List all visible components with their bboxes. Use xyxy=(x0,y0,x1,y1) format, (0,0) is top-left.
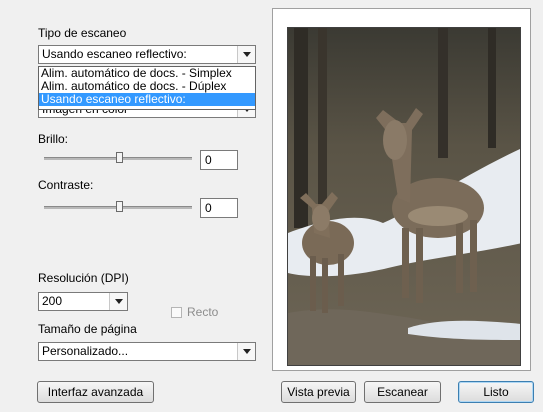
contrast-value-field[interactable]: 0 xyxy=(200,198,238,218)
preview-button[interactable]: Vista previa xyxy=(281,381,356,403)
scan-button[interactable]: Escanear xyxy=(364,381,441,403)
brightness-label: Brillo: xyxy=(38,132,69,146)
page-size-label: Tamaño de página xyxy=(38,322,137,336)
chevron-down-icon[interactable] xyxy=(237,343,255,360)
scan-type-option-simplex[interactable]: Alim. automático de docs. - Simplex xyxy=(39,67,255,80)
brightness-slider[interactable] xyxy=(44,152,194,166)
brightness-value-field[interactable]: 0 xyxy=(200,150,238,170)
page-size-value: Personalizado... xyxy=(42,344,129,358)
resolution-label: Resolución (DPI) xyxy=(38,271,129,285)
brightness-slider-thumb[interactable] xyxy=(116,152,123,163)
options-panel: Tipo de escaneo Usando escaneo reflectiv… xyxy=(28,8,260,373)
contrast-label: Contraste: xyxy=(38,178,94,192)
scan-type-combo[interactable]: Usando escaneo reflectivo: xyxy=(38,45,256,64)
scan-type-option-duplex[interactable]: Alim. automático de docs. - Dúplex xyxy=(39,80,255,93)
scan-type-option-reflective[interactable]: Usando escaneo reflectivo: xyxy=(39,93,255,106)
chevron-down-icon[interactable] xyxy=(109,293,127,310)
done-button[interactable]: Listo xyxy=(458,381,534,403)
contrast-slider[interactable] xyxy=(44,201,194,215)
contrast-slider-thumb[interactable] xyxy=(116,201,123,212)
resolution-combo[interactable]: 200 xyxy=(38,292,128,311)
scan-type-value: Usando escaneo reflectivo: xyxy=(42,47,187,61)
scan-type-label: Tipo de escaneo xyxy=(38,26,127,40)
advanced-interface-button[interactable]: Interfaz avanzada xyxy=(37,381,154,403)
chevron-down-icon[interactable] xyxy=(237,46,255,63)
straight-checkbox[interactable] xyxy=(171,307,182,318)
page-size-combo[interactable]: Personalizado... xyxy=(38,342,256,361)
resolution-value: 200 xyxy=(42,294,63,308)
preview-image xyxy=(287,27,521,366)
deer-photo-icon xyxy=(288,28,520,365)
straight-label: Recto xyxy=(187,305,219,319)
scan-type-dropdown-list[interactable]: Alim. automático de docs. - Simplex Alim… xyxy=(38,66,256,110)
